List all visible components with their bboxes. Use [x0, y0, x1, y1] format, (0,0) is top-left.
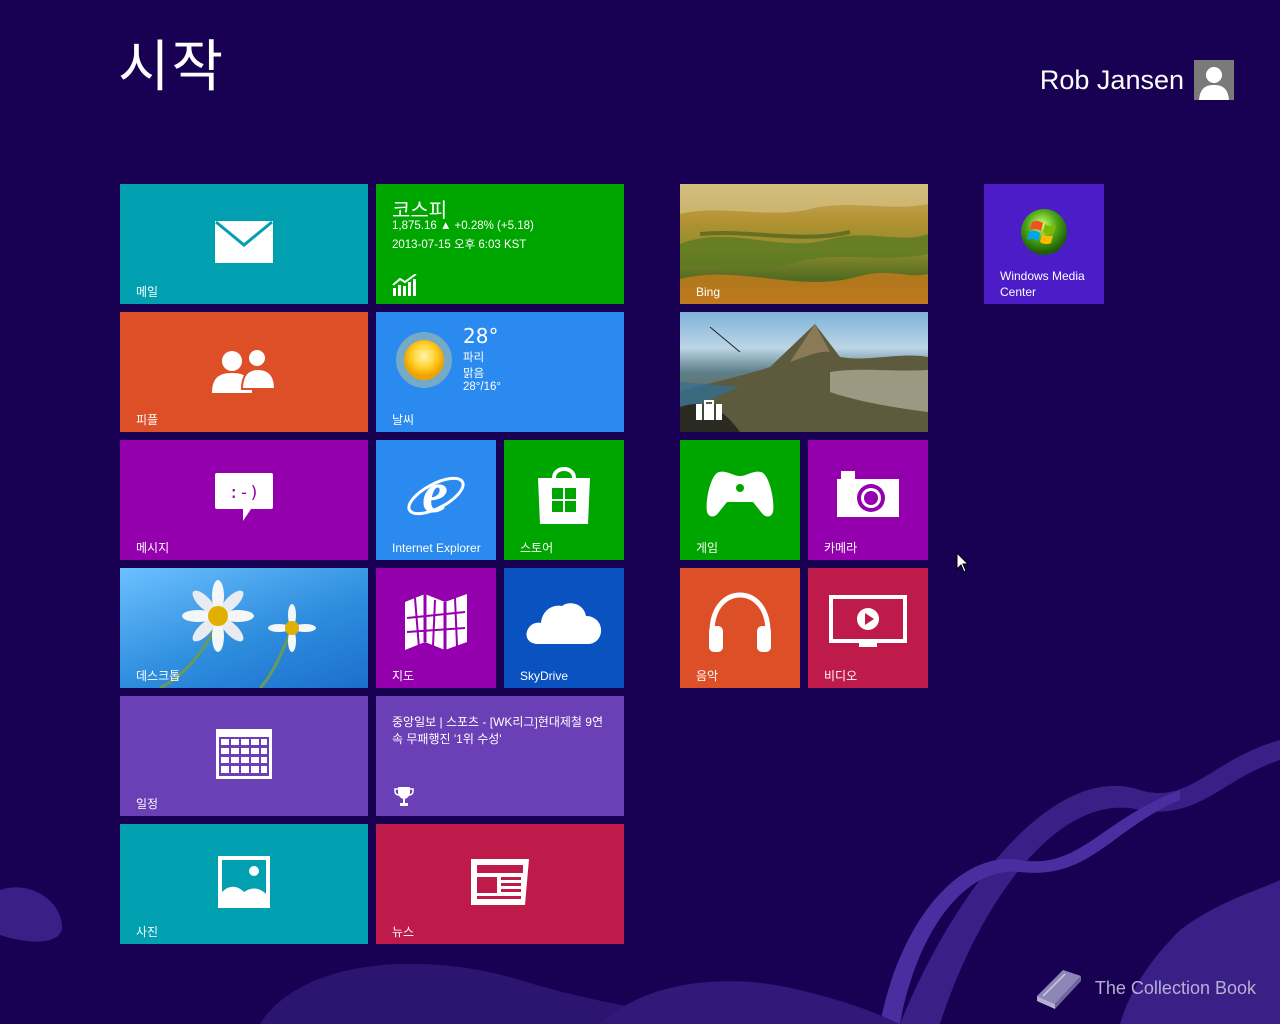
tile-label: SkyDrive [520, 669, 569, 683]
tile-label: 사진 [136, 925, 159, 939]
tile-people[interactable]: 피플 [120, 312, 368, 432]
tile-finance[interactable]: 코스피 1,875.16 ▲ +0.28% (+5.18) 2013-07-15… [376, 184, 624, 304]
tile-label: 날씨 [392, 413, 415, 427]
mouse-cursor [956, 552, 970, 573]
tile-desktop[interactable]: 데스크톱 [120, 568, 368, 688]
tile-label: 메일 [136, 285, 159, 299]
user-icon [1199, 67, 1229, 100]
tile-travel[interactable] [680, 312, 928, 432]
tile-games[interactable]: 게임 [680, 440, 800, 560]
tile-windows-media-center[interactable]: Windows Media Center [984, 184, 1104, 304]
weather-city: 파리 [463, 352, 485, 364]
tile-label: 메시지 [136, 541, 170, 555]
video-icon [829, 595, 907, 647]
tile-video[interactable]: 비디오 [808, 568, 928, 688]
tile-messaging[interactable]: :-) 메시지 [120, 440, 368, 560]
tile-label: 카메라 [824, 541, 858, 555]
message-icon: :-) [215, 472, 273, 521]
tile-sports[interactable]: 중앙일보 | 스포츠 - [WK리그]현대제철 9연속 무패행진 '1위 수성' [376, 696, 624, 816]
people-icon [212, 347, 276, 393]
avatar[interactable] [1194, 60, 1234, 100]
calendar-icon [216, 728, 272, 779]
chart-icon [392, 274, 417, 296]
sun-icon [396, 332, 452, 388]
tile-label: 지도 [392, 669, 415, 683]
tile-label: Windows Media Center [1000, 269, 1085, 299]
tile-label: 데스크톱 [136, 669, 181, 683]
tile-label: 피플 [136, 413, 159, 427]
tile-label: 스토어 [520, 541, 554, 555]
weather-temperature: 28° [463, 324, 499, 348]
user-account[interactable]: Rob Jansen [1040, 60, 1234, 100]
book-icon [1036, 970, 1081, 1009]
start-title: 시작 [118, 35, 226, 100]
trophy-icon [394, 787, 414, 806]
internet-explorer-icon: e [407, 464, 465, 524]
weather-range: 28°/16° [463, 381, 501, 393]
finance-value: 1,875.16 ▲ +0.28% (+5.18) [392, 220, 534, 232]
tile-store[interactable]: 스토어 [504, 440, 624, 560]
tile-label: 게임 [696, 541, 719, 555]
tile-label: 비디오 [824, 669, 858, 683]
svg-text:e: e [422, 464, 448, 524]
tile-bing[interactable]: Bing [680, 184, 928, 304]
cloud-icon [526, 603, 602, 644]
user-name: Rob Jansen [1039, 64, 1184, 95]
tile-label: 음악 [696, 669, 719, 683]
xbox-controller-icon [706, 471, 774, 517]
tile-photos[interactable]: 사진 [120, 824, 368, 944]
watermark-text: The Collection Book [1094, 977, 1256, 998]
tile-label: 뉴스 [392, 925, 415, 939]
finance-title: 코스피 [392, 198, 448, 222]
tile-weather[interactable]: 28° 파리 맑음 28°/16° 날씨 [376, 312, 624, 432]
tile-internet-explorer[interactable]: e Internet Explorer [376, 440, 496, 560]
headphones-icon [709, 592, 771, 652]
photo-icon [218, 855, 270, 908]
weather-condition: 맑음 [463, 368, 485, 380]
tile-camera[interactable]: 카메라 [808, 440, 928, 560]
tile-skydrive[interactable]: SkyDrive [504, 568, 624, 688]
windows-logo-icon [1021, 209, 1067, 255]
tile-news[interactable]: 뉴스 [376, 824, 624, 944]
watermark: The Collection Book [1033, 966, 1256, 1010]
map-icon [405, 594, 467, 650]
suitcase-icon [696, 400, 722, 420]
mail-icon [215, 220, 273, 263]
tile-label: Bing [696, 285, 721, 299]
tile-maps[interactable]: 지도 [376, 568, 496, 688]
tile-music[interactable]: 음악 [680, 568, 800, 688]
finance-date: 2013-07-15 오후 6:03 KST [392, 239, 527, 251]
tile-label: 일정 [136, 797, 159, 811]
sports-headline: 중앙일보 | 스포츠 - [WK리그]현대제철 9연속 무패행진 '1위 수성' [392, 715, 604, 746]
camera-icon [837, 471, 899, 517]
tile-calendar[interactable]: 일정 [120, 696, 368, 816]
tile-mail[interactable]: 메일 [120, 184, 368, 304]
tile-label: Internet Explorer [392, 541, 481, 555]
newspaper-icon [471, 858, 529, 905]
store-icon [538, 467, 590, 524]
svg-text::-): :-) [229, 483, 260, 503]
